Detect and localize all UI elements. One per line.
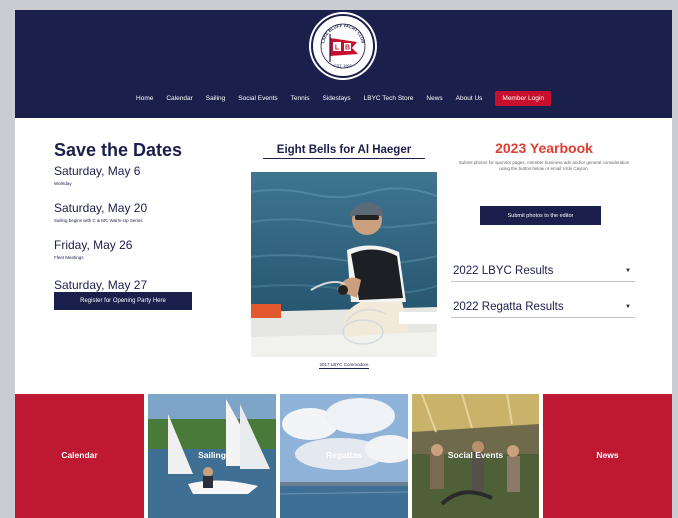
nav-item-news[interactable]: News [426,95,442,102]
photo-caption: 2017 LBYC Commodore [251,362,437,369]
tile-label: Sailing [198,450,226,460]
feature-photo[interactable] [251,172,437,357]
tile-sailing[interactable]: Sailing [148,394,276,518]
svg-text:L: L [335,45,340,52]
svg-text:B: B [345,45,350,52]
accordion-label: 2022 LBYC Results [453,264,554,277]
date-item: Saturday, May 27 [54,276,147,292]
tile-label: Calendar [61,450,98,460]
main-nav: Home Calendar Sailing Social Events Tenn… [15,88,672,108]
date-item: Saturday, May 20 Sailing begins with C &… [54,199,147,223]
date-label: Saturday, May 27 [54,278,148,292]
accordion-label: 2022 Regatta Results [453,300,564,313]
date-note: Sailing begins with C & MC Warm-Up Serie… [54,218,143,223]
photo-caption-text: 2017 LBYC Commodore [319,362,369,369]
nav-item-about-us[interactable]: About Us [456,95,483,102]
site-header: L B LAKE BLUFF YACHT CLUB EST. 1963 Home… [15,10,672,118]
nav-item-sailing[interactable]: Sailing [206,95,226,102]
web-page: L B LAKE BLUFF YACHT CLUB EST. 1963 Home… [15,10,672,518]
member-login-button[interactable]: Member Login [495,90,551,106]
nav-item-home[interactable]: Home [136,95,153,102]
tile-regattas[interactable]: Regattas [280,394,408,518]
feature-title[interactable]: Eight Bells for Al Haeger [263,144,425,159]
nav-item-tennis[interactable]: Tennis [291,95,310,102]
nav-item-calendar[interactable]: Calendar [166,95,192,102]
chevron-down-icon: ▼ [625,267,631,274]
date-note: Fleet Meetings [54,255,84,260]
tile-social-events[interactable]: Social Events [412,394,539,518]
sailor-photo-icon [251,172,437,357]
register-opening-party-button[interactable]: Register for Opening Party Here [54,292,192,310]
nav-item-social-events[interactable]: Social Events [238,95,277,102]
tile-news[interactable]: News [543,394,672,518]
date-item: Friday, May 26 Fleet Meetings [54,236,132,260]
accordion-lbyc-results[interactable]: 2022 LBYC Results ▼ [451,260,635,282]
date-item: Saturday, May 6 Workday [54,162,140,186]
logo-text-bottom: EST. 1963 [334,64,352,68]
tile-label: News [596,450,619,460]
chevron-down-icon: ▼ [625,303,631,310]
date-label: Saturday, May 6 [54,164,141,178]
tile-label: Regattas [326,450,362,460]
yearbook-title: 2023 Yearbook [495,140,593,156]
submit-photos-button[interactable]: Submit photos to the editor [480,206,601,225]
burgee-emblem-icon: L B LAKE BLUFF YACHT CLUB EST. 1963 [320,23,366,69]
club-logo[interactable]: L B LAKE BLUFF YACHT CLUB EST. 1963 [311,14,375,78]
save-the-dates-title: Save the Dates [54,140,183,160]
yearbook-description: Submit photos for sponsor pages, member … [458,160,630,172]
nav-item-sidestays[interactable]: Sidestays [322,95,350,102]
tile-calendar[interactable]: Calendar [15,394,144,518]
tile-label: Social Events [447,450,504,460]
date-note: Workday [54,181,72,186]
yearbook-section: 2023 Yearbook Submit photos for sponsor … [451,140,637,318]
date-label: Friday, May 26 [54,238,133,252]
accordion-regatta-results[interactable]: 2022 Regatta Results ▼ [451,296,635,318]
nav-item-tech-store[interactable]: LBYC Tech Store [364,95,414,102]
save-the-dates-section: Save the Dates Saturday, May 6 Workday S… [54,140,224,310]
date-label: Saturday, May 20 [54,201,148,215]
section-tiles: Calendar Sailing Regattas Social Events … [15,394,672,518]
